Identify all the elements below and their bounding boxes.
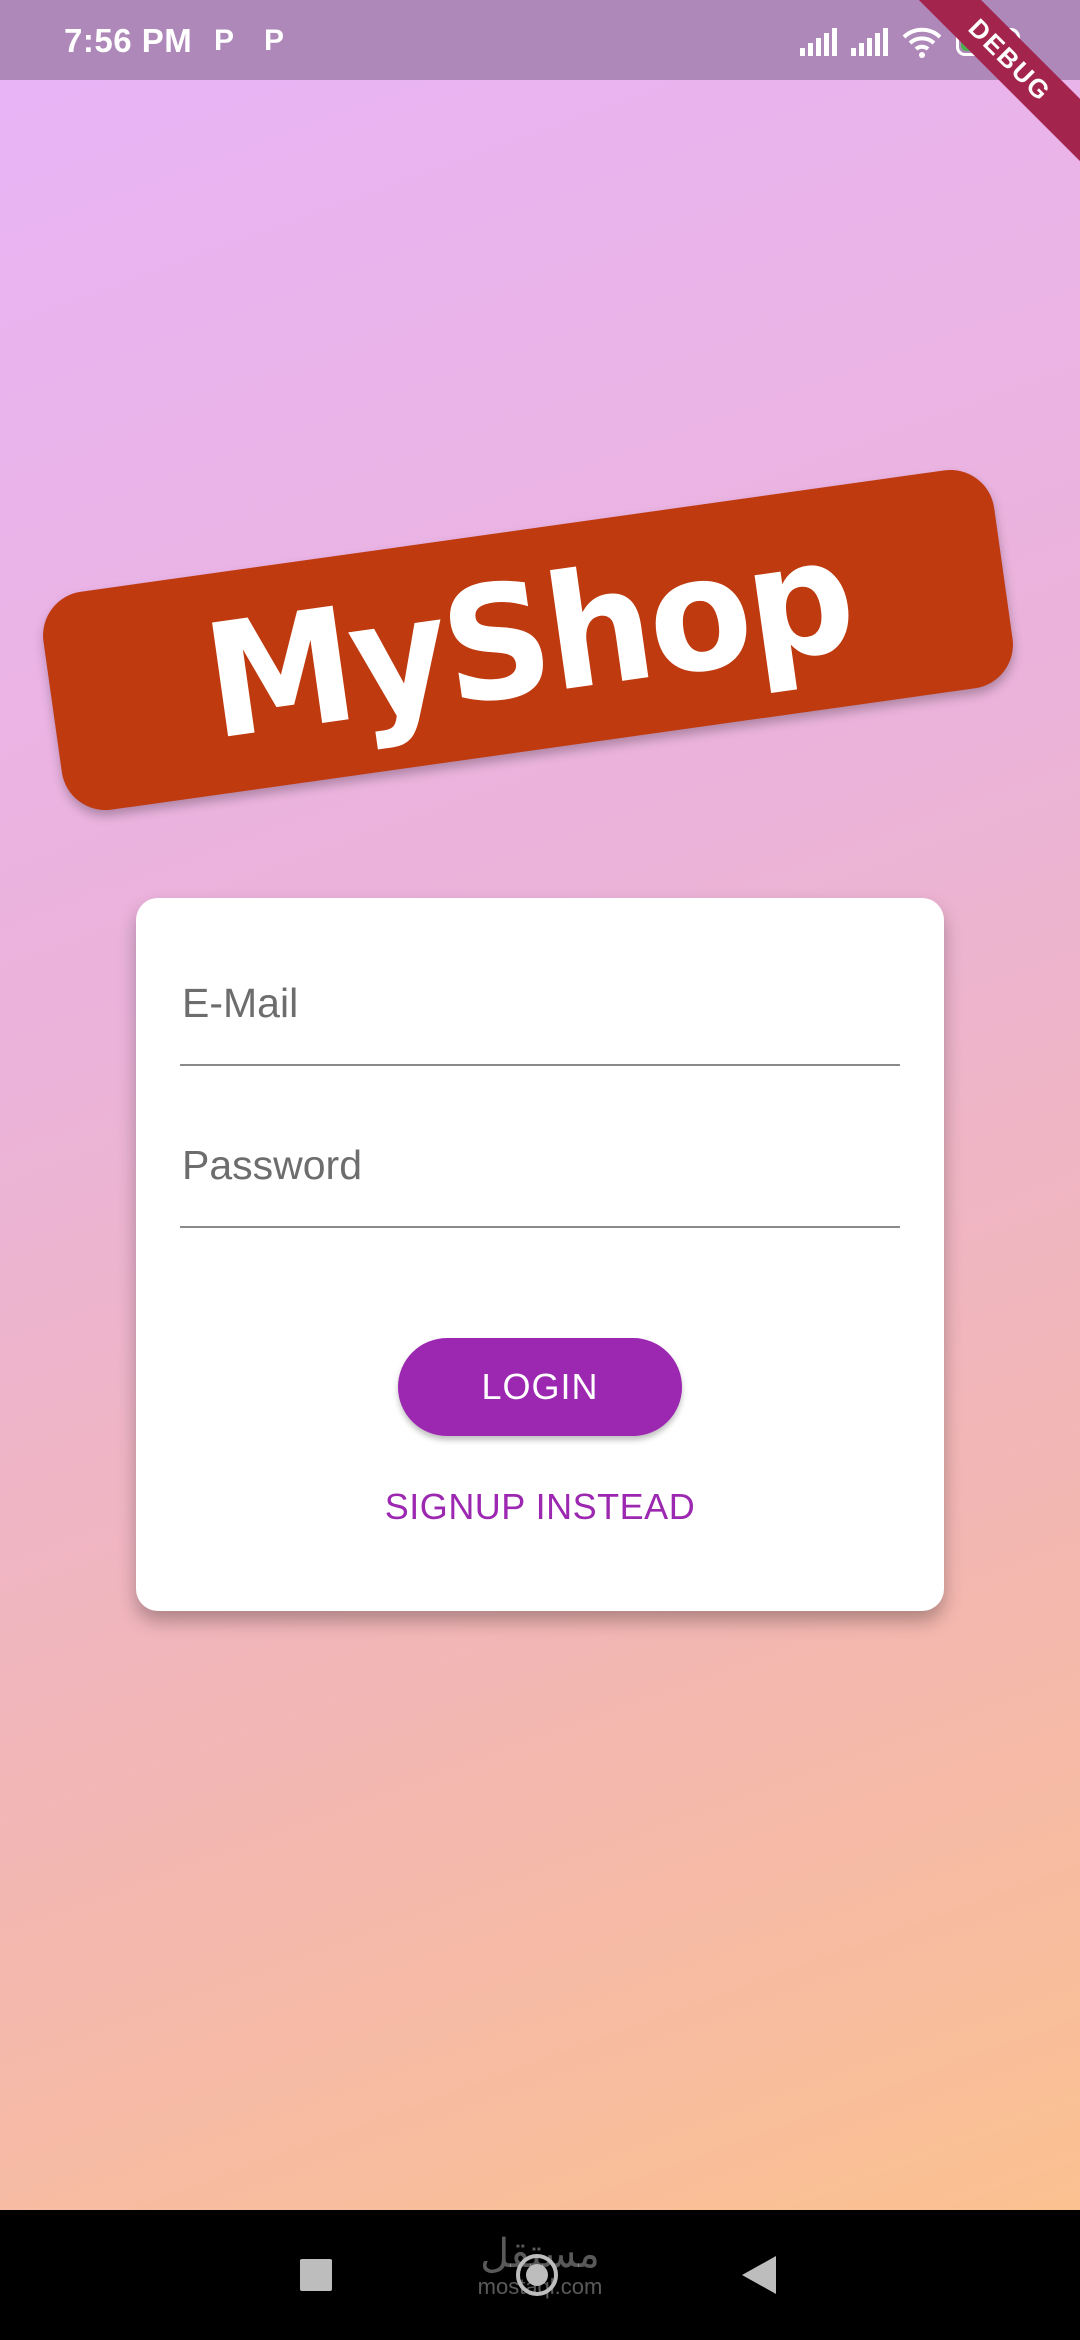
p-app-icon: P (214, 24, 235, 57)
login-button[interactable]: LOGIN (398, 1338, 682, 1436)
status-bar: 7:56 PM P P 96 (0, 0, 1080, 80)
password-field[interactable] (180, 1141, 904, 1190)
login-screen: 7:56 PM P P 96 DEBUG MyShop (0, 0, 1080, 2340)
app-logo-text: MyShop (194, 504, 862, 776)
email-field[interactable] (180, 979, 904, 1028)
signup-instead-button[interactable]: SIGNUP INSTEAD (340, 1476, 740, 1538)
signal-icon (800, 28, 837, 56)
back-icon[interactable] (742, 2256, 776, 2294)
app-logo-banner: MyShop (37, 464, 1019, 816)
home-icon[interactable] (516, 2254, 558, 2296)
wifi-icon (902, 27, 942, 58)
status-time: 7:56 PM (64, 22, 193, 59)
password-field-container (180, 1126, 904, 1228)
navigation-bar: مستقل mostaql.com (0, 2210, 1080, 2340)
email-field-container (180, 964, 904, 1066)
recent-apps-icon[interactable] (300, 2259, 332, 2291)
signal-icon (851, 28, 888, 56)
p-app-icon: P (264, 24, 285, 57)
auth-card: LOGIN SIGNUP INSTEAD (136, 898, 944, 1611)
